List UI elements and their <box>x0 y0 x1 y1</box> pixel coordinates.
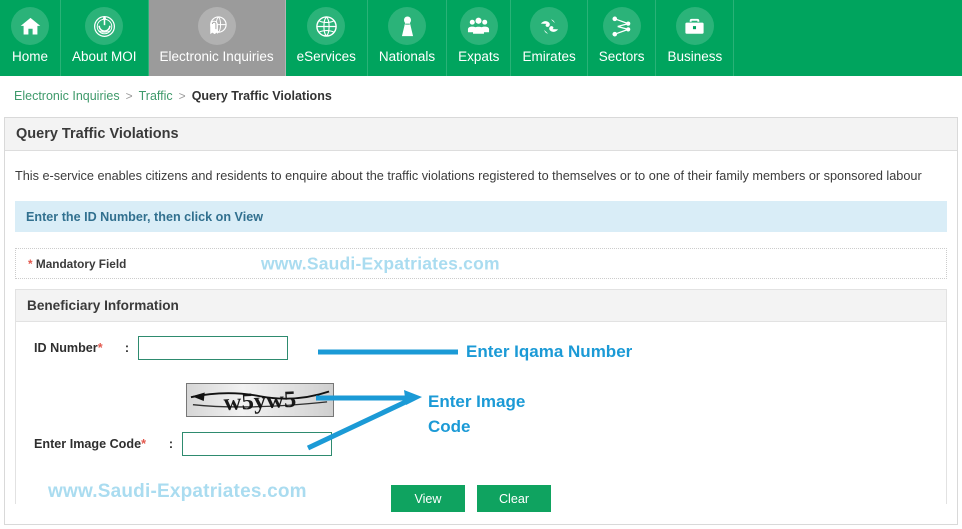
main-navigation: Home About MOI Electronic Inquiries eSer… <box>0 0 962 76</box>
image-code-colon: : <box>168 437 174 451</box>
id-number-input[interactable] <box>138 336 288 360</box>
query-traffic-violations-panel: Query Traffic Violations This e-service … <box>4 117 958 525</box>
id-number-label: ID Number* <box>34 341 103 355</box>
svg-text:w5yw5: w5yw5 <box>223 387 297 416</box>
breadcrumb: Electronic Inquiries > Traffic > Query T… <box>0 76 962 116</box>
nav-item-business[interactable]: Business <box>656 0 735 76</box>
captcha-svg: w5yw5 <box>190 387 330 416</box>
breadcrumb-current: Query Traffic Violations <box>191 89 332 103</box>
required-star: * <box>97 341 103 355</box>
beneficiary-information-body: ID Number* : w5yw5 Enter Image Code*: V… <box>16 322 946 512</box>
nav-filler <box>734 0 962 76</box>
breadcrumb-separator: > <box>125 89 133 103</box>
breadcrumb-separator: > <box>178 89 186 103</box>
nav-item-about-moi[interactable]: About MOI <box>61 0 149 76</box>
id-number-colon: : <box>124 341 130 355</box>
nav-item-nationals[interactable]: Nationals <box>368 0 448 76</box>
nav-label-sectors: Sectors <box>598 49 645 64</box>
mandatory-field-note-row: * Mandatory Field www.Saudi-Expatriates.… <box>15 248 947 279</box>
group-people-icon <box>459 7 498 45</box>
briefcase-icon <box>675 7 714 45</box>
image-code-label: Enter Image Code* <box>34 437 146 451</box>
page-title: Query Traffic Violations <box>5 118 957 151</box>
id-number-row: ID Number* : <box>34 336 288 360</box>
beneficiary-information-section: Beneficiary Information ID Number* : w5y… <box>15 289 947 512</box>
required-star: * <box>28 256 33 271</box>
nav-label-electronic-inquiries: Electronic Inquiries <box>159 49 274 64</box>
nav-label-home: Home <box>11 49 48 64</box>
nav-label-emirates: Emirates <box>522 49 576 64</box>
service-description: This e-service enables citizens and resi… <box>15 169 922 183</box>
page-root: Home About MOI Electronic Inquiries eSer… <box>0 0 962 529</box>
nav-item-sectors[interactable]: Sectors <box>588 0 657 76</box>
home-icon <box>11 7 49 45</box>
network-nodes-icon <box>602 7 641 45</box>
image-code-row: Enter Image Code* : <box>34 432 332 456</box>
beneficiary-information-title: Beneficiary Information <box>16 290 946 322</box>
nav-label-nationals: Nationals <box>378 49 436 64</box>
nav-item-eservices[interactable]: eServices <box>286 0 368 76</box>
watermark-top: www.Saudi-Expatriates.com <box>261 253 500 273</box>
nav-label-eservices: eServices <box>296 49 356 64</box>
nav-item-expats[interactable]: Expats <box>447 0 512 76</box>
captcha-image: w5yw5 <box>186 383 334 417</box>
view-button[interactable]: View <box>391 485 465 512</box>
nav-label-expats: Expats <box>458 49 500 64</box>
instruction-info-bar: Enter the ID Number, then click on View <box>15 201 947 232</box>
nav-item-home[interactable]: Home <box>0 0 61 76</box>
moi-emblem-icon <box>85 7 124 45</box>
image-code-input[interactable] <box>182 432 332 456</box>
globe-icon <box>307 7 346 45</box>
fingerprint-globe-icon <box>197 7 236 45</box>
birds-icon <box>530 7 569 45</box>
required-star: * <box>141 437 146 451</box>
nav-item-emirates[interactable]: Emirates <box>511 0 588 76</box>
form-actions: View Clear <box>391 485 551 512</box>
person-thobe-icon <box>388 7 427 45</box>
nav-label-about-moi: About MOI <box>72 49 137 64</box>
mandatory-field-note: * Mandatory Field <box>28 257 126 271</box>
mandatory-field-label: Mandatory Field <box>35 256 127 271</box>
breadcrumb-link-electronic-inquiries[interactable]: Electronic Inquiries <box>14 89 120 103</box>
nav-item-electronic-inquiries[interactable]: Electronic Inquiries <box>148 0 286 76</box>
nav-label-business: Business <box>667 49 723 64</box>
breadcrumb-link-traffic[interactable]: Traffic <box>139 89 173 103</box>
clear-button[interactable]: Clear <box>477 485 551 512</box>
panel-body: This e-service enables citizens and resi… <box>5 151 957 512</box>
